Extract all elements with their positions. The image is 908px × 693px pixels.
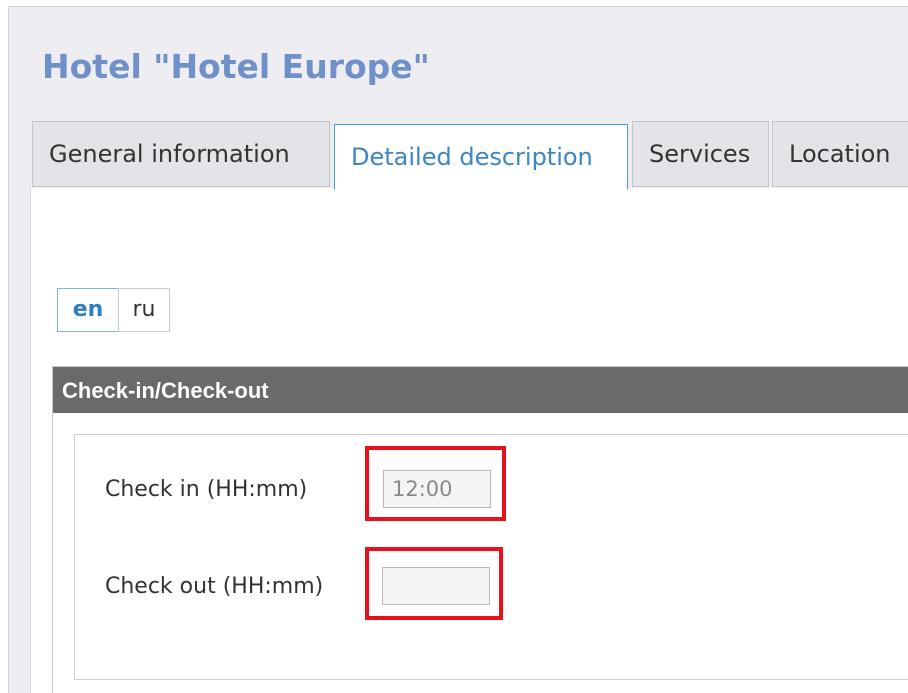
checkin-form-box: Check in (HH:mm) Check out (HH:mm) [74,434,908,680]
page-title: Hotel "Hotel Europe" [42,47,430,86]
hotel-edit-page: Hotel "Hotel Europe" General information… [0,0,908,693]
section-header: Check-in/Check-out [53,367,908,413]
check-in-label: Check in (HH:mm) [105,477,308,502]
tab-services[interactable]: Services [632,121,769,187]
language-button-en[interactable]: en [57,288,119,332]
language-switcher: en ru [57,288,170,332]
tab-location[interactable]: Location [772,121,908,187]
language-button-ru[interactable]: ru [118,288,170,332]
tab-general-information[interactable]: General information [32,121,330,187]
check-out-label: Check out (HH:mm) [105,574,324,599]
check-out-input[interactable] [382,567,490,605]
checkin-checkout-section: Check-in/Check-out Check in (HH:mm) Chec… [52,366,908,693]
tab-detailed-description[interactable]: Detailed description [334,124,628,190]
check-in-input[interactable] [383,470,491,508]
